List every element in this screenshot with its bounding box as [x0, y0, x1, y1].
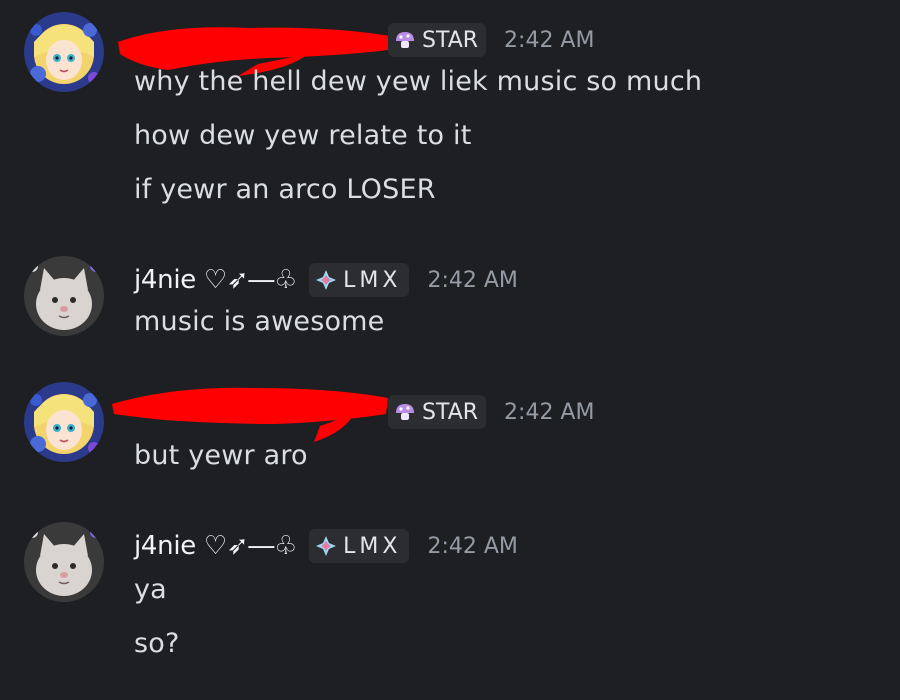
message-header: STAR 2:42 AM	[388, 22, 594, 58]
mushroom-icon	[394, 401, 416, 423]
tag-label: LMX	[343, 267, 402, 293]
message-header: STAR 2:42 AM	[388, 394, 594, 430]
cat-avatar-icon	[24, 522, 104, 602]
anime-avatar-icon	[24, 12, 104, 92]
message-header: j4nie ♡➶―♧ LMX 2:42 AM	[134, 528, 518, 564]
username[interactable]: j4nie ♡➶―♧	[134, 265, 297, 295]
user-avatar-cat[interactable]	[24, 522, 104, 602]
tag-label: LMX	[343, 533, 402, 559]
user-avatar-anime[interactable]	[24, 382, 104, 462]
message-text: if yewr an arco LOSER	[134, 174, 436, 205]
cat-avatar-icon	[24, 256, 104, 336]
message-text: music is awesome	[134, 306, 385, 337]
mushroom-icon	[394, 29, 416, 51]
server-tag-star[interactable]: STAR	[388, 395, 487, 429]
user-avatar-cat[interactable]	[24, 256, 104, 336]
anime-avatar-icon	[24, 382, 104, 462]
server-tag-lmx[interactable]: LMX	[309, 529, 410, 563]
diamond-sparkle-icon	[315, 535, 337, 557]
message-timestamp: 2:42 AM	[427, 533, 518, 559]
diamond-sparkle-icon	[315, 269, 337, 291]
message-header: j4nie ♡➶―♧ LMX 2:42 AM	[134, 262, 518, 298]
chat-message-list: STAR 2:42 AM why the hell dew yew liek m…	[0, 0, 900, 700]
message-timestamp: 2:42 AM	[504, 27, 595, 53]
tag-label: STAR	[422, 399, 479, 425]
user-avatar-anime[interactable]	[24, 12, 104, 92]
tag-label: STAR	[422, 27, 479, 53]
server-tag-star[interactable]: STAR	[388, 23, 487, 57]
message-text: how dew yew relate to it	[134, 120, 472, 151]
server-tag-lmx[interactable]: LMX	[309, 263, 410, 297]
message-text: why the hell dew yew liek music so much	[134, 66, 703, 97]
message-timestamp: 2:42 AM	[427, 267, 518, 293]
message-text: so?	[134, 628, 180, 659]
username[interactable]: j4nie ♡➶―♧	[134, 531, 297, 561]
message-timestamp: 2:42 AM	[504, 399, 595, 425]
message-text: but yewr aro	[134, 440, 308, 471]
message-text: ya	[134, 574, 167, 605]
